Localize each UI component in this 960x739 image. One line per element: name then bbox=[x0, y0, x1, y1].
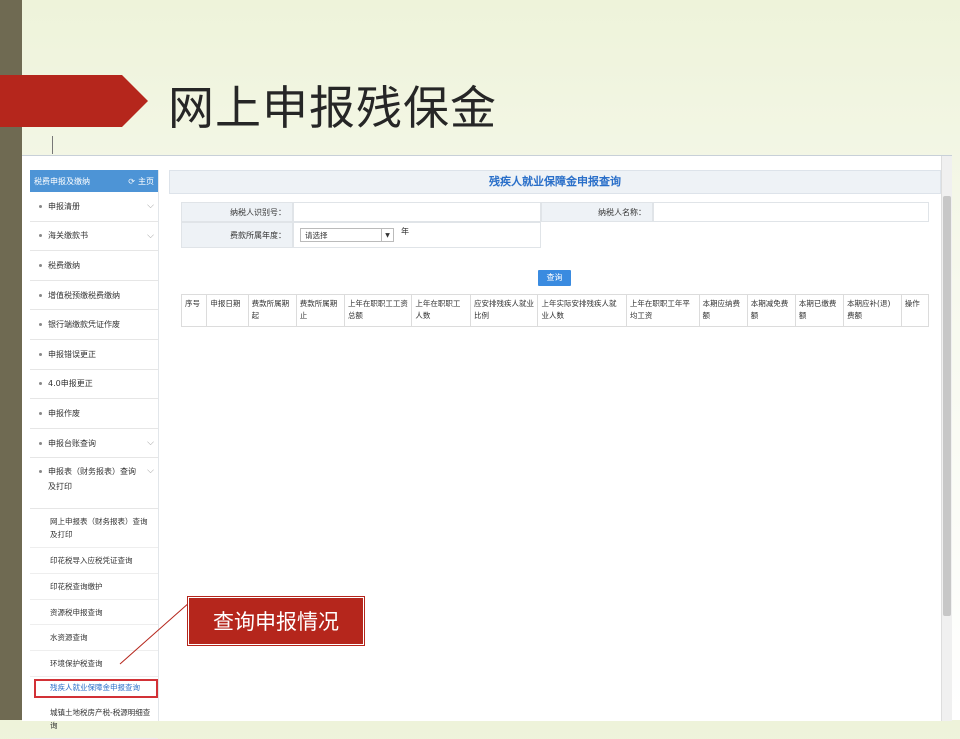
table-header-cell: 本期已缴费额 bbox=[794, 294, 845, 327]
bullet-icon bbox=[39, 411, 42, 415]
sidebar-item-label: 申报作废 bbox=[48, 408, 80, 418]
sidebar-item-label: 申报表（财务报表）查询及打印 bbox=[48, 467, 136, 492]
main-content: 残疾人就业保障金申报查询 纳税人识别号： 纳税人名称： 费款所属年度： 请选择 ▼… bbox=[169, 170, 941, 327]
sidebar-item-label: 申报错误更正 bbox=[48, 349, 96, 359]
bullet-icon bbox=[39, 204, 42, 208]
table-header-cell: 上年实际安排残疾人就业人数 bbox=[537, 294, 627, 327]
chevron-down-icon[interactable]: ⌵ bbox=[147, 438, 154, 448]
slide-deco-line bbox=[52, 136, 53, 154]
table-header-cell: 费款所属期止 bbox=[295, 294, 345, 327]
home-label: 主页 bbox=[138, 176, 154, 186]
table-header-cell: 上年在职职工年平均工资 bbox=[625, 294, 700, 327]
sidebar-item[interactable]: 申报表（财务报表）查询及打印 ⌵ bbox=[30, 458, 158, 510]
sidebar-nav: 申报清册 ⌵ 海关缴款书 ⌵ 税费缴纳增值税预缴税费缴纳 银行端缴款凭证作废 申报错误更正 4… bbox=[30, 192, 158, 510]
sidebar-item-label: 银行端缴款凭证作废 bbox=[48, 320, 120, 330]
sidebar-subitem[interactable]: 城镇土地税房产税-税源明细查询 bbox=[30, 700, 158, 739]
taxpayer-id-label: 纳税人识别号： bbox=[181, 202, 293, 222]
callout-box: 查询申报情况 bbox=[188, 597, 364, 645]
year-label: 费款所属年度： bbox=[181, 222, 293, 248]
scroll-thumb[interactable] bbox=[943, 196, 951, 616]
slide-title: 网上申报残保金 bbox=[168, 81, 497, 135]
sidebar-item[interactable]: 申报清册 ⌵ bbox=[30, 192, 158, 222]
bullet-icon bbox=[39, 293, 42, 297]
table-header-cell: 费款所属期起 bbox=[247, 294, 297, 327]
sidebar-subitem[interactable]: 残疾人就业保障金申报查询 bbox=[34, 678, 158, 698]
dropdown-arrow-icon[interactable]: ▼ bbox=[381, 229, 393, 241]
callout-pointer bbox=[119, 601, 191, 665]
taxpayer-name-label: 纳税人名称： bbox=[541, 202, 653, 222]
taxpayer-name-input[interactable] bbox=[653, 202, 929, 222]
home-icon: ⟳ bbox=[128, 176, 135, 186]
sidebar-item-label: 增值税预缴税费缴纳 bbox=[48, 290, 120, 300]
sidebar-item-label: 海关缴款书 bbox=[48, 231, 88, 241]
results-table: 序号 申报日期 费款所属期起 费款所属期止 上年在职职工工资总额 上年在职职工人数 应安排残… bbox=[180, 294, 930, 327]
bullet-icon bbox=[39, 263, 42, 267]
sidebar-item[interactable]: 海关缴款书 ⌵ bbox=[30, 222, 158, 252]
table-header-row: 序号 申报日期 费款所属期起 费款所属期止 上年在职职工工资总额 上年在职职工人数 应安排残… bbox=[180, 294, 930, 327]
page-title: 残疾人就业保障金申报查询 bbox=[169, 170, 941, 194]
year-field: 请选择 ▼ 年 bbox=[293, 222, 541, 248]
sidebar-item-label: 税费缴纳 bbox=[48, 260, 80, 270]
chevron-down-icon[interactable]: ⌵ bbox=[147, 201, 154, 211]
table-header-cell: 本期应补(退)费额 bbox=[843, 294, 902, 327]
bullet-icon bbox=[39, 234, 42, 238]
table-header-cell: 序号 bbox=[180, 294, 208, 327]
sidebar-subitem[interactable]: 网上申报表（财务报表）查询及打印 bbox=[30, 509, 158, 549]
table-header-cell: 应安排残疾人就业比例 bbox=[470, 294, 539, 327]
sidebar-item[interactable]: 税费缴纳 bbox=[30, 251, 158, 281]
chevron-down-icon[interactable]: ⌵ bbox=[147, 464, 154, 479]
sidebar-item[interactable]: 银行端缴款凭证作废 bbox=[30, 310, 158, 340]
form-row-1: 纳税人识别号： 纳税人名称： bbox=[181, 202, 941, 222]
table-header-cell: 上年在职职工人数 bbox=[411, 294, 472, 327]
table-header-cell: 申报日期 bbox=[206, 294, 249, 327]
slide-arrow-decoration bbox=[0, 75, 148, 127]
page-scrollbar[interactable] bbox=[941, 156, 952, 721]
table-header-cell: 操作 bbox=[900, 294, 930, 327]
year-select-value: 请选择 bbox=[305, 230, 328, 240]
sidebar-item-label: 申报台账查询 bbox=[48, 438, 96, 448]
bullet-icon bbox=[39, 323, 42, 327]
sidebar-item[interactable]: 增值税预缴税费缴纳 bbox=[30, 281, 158, 311]
sidebar-item-label: 4.0申报更正 bbox=[48, 379, 93, 389]
sidebar-item[interactable]: 申报错误更正 bbox=[30, 340, 158, 370]
sidebar-subitem[interactable]: 印花税导入应税凭证查询 bbox=[30, 548, 158, 575]
bullet-icon bbox=[39, 441, 42, 445]
year-select[interactable]: 请选择 ▼ bbox=[300, 228, 394, 242]
query-button[interactable]: 查询 bbox=[538, 270, 571, 286]
bullet-icon bbox=[39, 352, 42, 356]
table-header-cell: 本期减免费额 bbox=[746, 294, 796, 327]
sidebar-subitem[interactable]: 印花税查询缴护 bbox=[30, 574, 158, 600]
chevron-down-icon[interactable]: ⌵ bbox=[147, 231, 154, 241]
table-header-cell: 本期应纳费额 bbox=[698, 294, 748, 327]
taxpayer-id-input[interactable] bbox=[293, 202, 541, 222]
form-row-2: 费款所属年度： 请选择 ▼ 年 bbox=[181, 222, 941, 248]
year-unit: 年 bbox=[401, 227, 409, 236]
table-header-cell: 上年在职职工工资总额 bbox=[343, 294, 413, 327]
sidebar-item[interactable]: 4.0申报更正 bbox=[30, 370, 158, 400]
sidebar-header: 税费申报及缴纳 ⟳ 主页 bbox=[30, 170, 158, 192]
sidebar-item[interactable]: 申报作废 bbox=[30, 399, 158, 429]
bullet-icon bbox=[39, 470, 42, 474]
sidebar-header-title: 税费申报及缴纳 bbox=[34, 176, 90, 186]
home-link[interactable]: ⟳ 主页 bbox=[128, 176, 154, 187]
bullet-icon bbox=[39, 382, 42, 386]
sidebar-item-label: 申报清册 bbox=[48, 201, 80, 211]
sidebar-item[interactable]: 申报台账查询 ⌵ bbox=[30, 429, 158, 459]
